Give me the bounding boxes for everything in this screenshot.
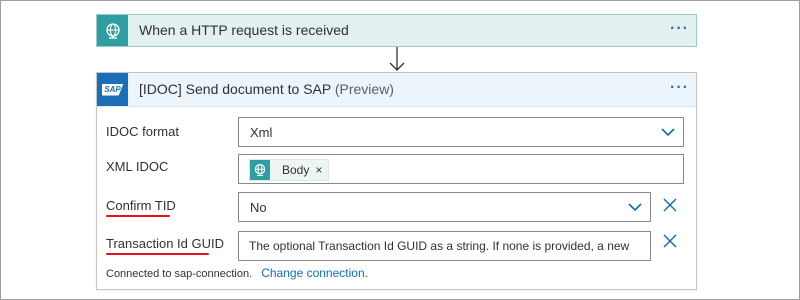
change-connection-link[interactable]: Change connection. xyxy=(261,266,368,280)
connection-footer: Connected to sap-connection. Change conn… xyxy=(106,266,368,280)
trigger-more-options-icon[interactable]: ··· xyxy=(670,20,689,38)
globe-request-icon xyxy=(250,160,270,180)
confirm-tid-label: Confirm TID xyxy=(106,198,176,213)
idoc-format-label: IDOC format xyxy=(106,124,179,139)
http-trigger-card[interactable]: When a HTTP request is received ··· xyxy=(96,14,697,47)
idoc-format-value: Xml xyxy=(250,125,273,140)
remove-parameter-icon[interactable] xyxy=(663,198,677,212)
action-more-options-icon[interactable]: ··· xyxy=(670,79,689,97)
chevron-down-icon xyxy=(661,128,675,137)
connected-text: Connected to sap-connection. xyxy=(106,268,253,280)
globe-request-icon xyxy=(97,15,128,46)
sap-send-idoc-card: SAP [IDOC] Send document to SAP (Preview… xyxy=(96,72,697,290)
xml-idoc-label: XML IDOC xyxy=(106,159,169,174)
sap-logo-icon: SAP xyxy=(97,73,128,106)
token-remove-icon[interactable]: × xyxy=(315,163,322,177)
required-underline xyxy=(106,253,209,255)
token-label: Body xyxy=(282,163,310,177)
body-dynamic-token[interactable]: Body × xyxy=(249,159,330,181)
preview-tag: (Preview) xyxy=(334,81,394,97)
confirm-tid-dropdown[interactable]: No xyxy=(238,192,651,222)
xml-idoc-input[interactable]: Body × xyxy=(238,154,684,184)
card-header[interactable]: SAP [IDOC] Send document to SAP (Preview… xyxy=(97,73,696,107)
confirm-tid-value: No xyxy=(250,200,267,215)
flow-arrow-down-icon xyxy=(389,47,405,71)
transaction-guid-placeholder: The optional Transaction Id GUID as a st… xyxy=(249,239,630,253)
remove-parameter-icon[interactable] xyxy=(663,234,677,248)
required-underline xyxy=(106,215,170,217)
action-title: [IDOC] Send document to SAP (Preview) xyxy=(139,81,394,97)
trigger-title: When a HTTP request is received xyxy=(139,22,349,38)
transaction-guid-label: Transaction Id GUID xyxy=(106,236,225,251)
idoc-format-dropdown[interactable]: Xml xyxy=(238,117,684,147)
transaction-guid-input[interactable]: The optional Transaction Id GUID as a st… xyxy=(238,231,651,261)
chevron-down-icon xyxy=(628,203,642,212)
